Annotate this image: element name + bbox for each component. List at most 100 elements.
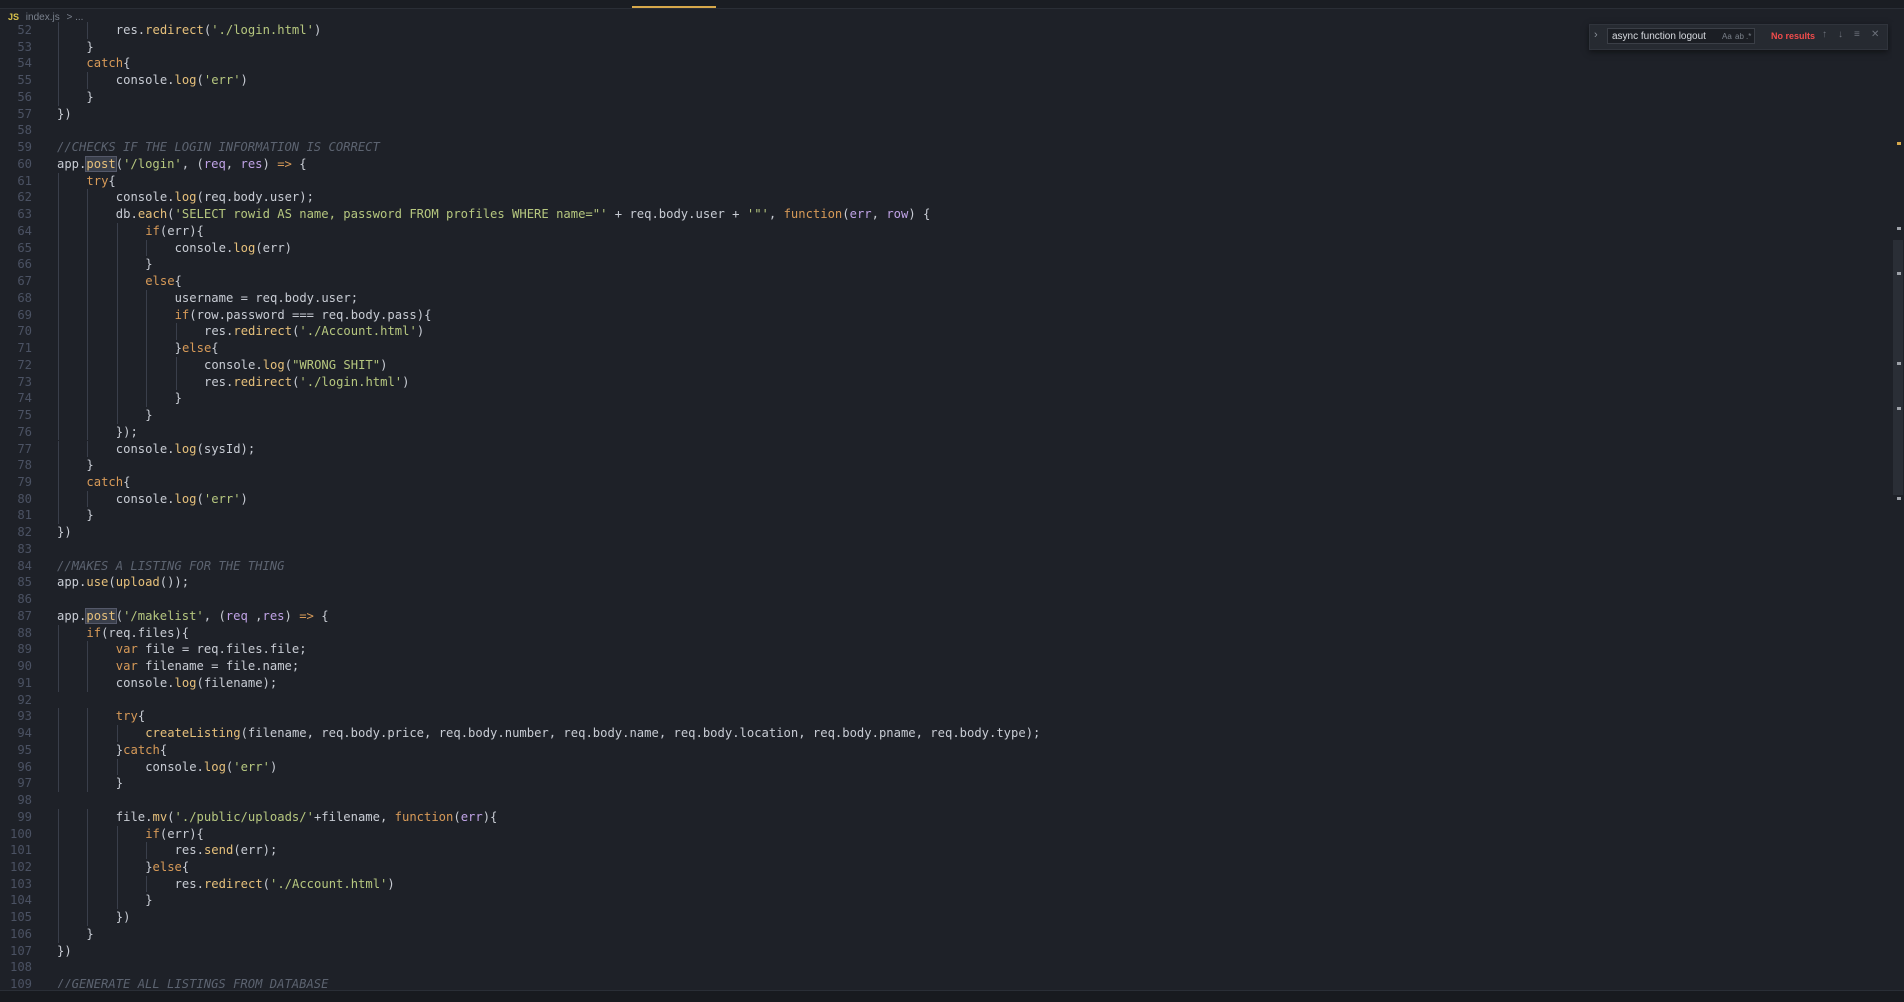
code-line[interactable]: 98 (0, 792, 1890, 809)
code-line[interactable]: 67 else{ (0, 273, 1890, 290)
indent-guide (146, 390, 148, 407)
code-line[interactable]: 54 catch{ (0, 55, 1890, 72)
match-case-icon[interactable]: Aa (1722, 32, 1732, 41)
close-find-icon[interactable]: ✕ (1871, 29, 1879, 40)
code-line[interactable]: 55 console.log('err') (0, 72, 1890, 89)
line-number: 106 (9, 926, 32, 941)
code-line[interactable]: 77 console.log(sysId); (0, 441, 1890, 458)
code-text: } (145, 893, 153, 908)
next-match-icon[interactable]: ↓ (1838, 29, 1843, 40)
code-editor[interactable]: 52 res.redirect('./login.html') 53} 54 catch… (0, 22, 1892, 988)
code-line[interactable]: 60 app.post('/login', (req, res) => { (0, 155, 1890, 173)
code-line[interactable]: 62 console.log(req.body.user); (0, 189, 1890, 206)
code-line[interactable]: 101 res.send(err); (0, 842, 1890, 859)
code-line[interactable]: 70 res.redirect('./Account.html') (0, 323, 1890, 340)
code-line[interactable]: 107}) (0, 943, 1890, 960)
code-line[interactable]: 58 (0, 122, 1890, 139)
indent-guide (87, 875, 89, 893)
code-line[interactable]: 89 var file = req.files.file; (0, 641, 1890, 658)
code-line[interactable]: 81} (0, 507, 1890, 524)
vertical-scrollbar[interactable] (1892, 22, 1904, 988)
line-number: 96 (17, 759, 32, 774)
toggle-replace-chevron-icon[interactable]: › (1594, 29, 1598, 41)
indent-guide (175, 373, 177, 391)
code-line[interactable]: 59 //CHECKS IF THE LOGIN INFORMATION IS C… (0, 139, 1890, 156)
indent-guide (87, 289, 89, 307)
code-line[interactable]: 97} (0, 775, 1890, 792)
line-number: 92 (17, 692, 32, 707)
code-line[interactable]: 80 console.log('err') (0, 491, 1890, 508)
indent-guide (87, 239, 89, 257)
code-line[interactable]: 66} (0, 256, 1890, 273)
code-line[interactable]: 100 if(err){ (0, 826, 1890, 843)
line-number: 64 (17, 223, 32, 238)
code-line[interactable]: 71}else{ (0, 340, 1890, 357)
line-number: 108 (9, 960, 32, 975)
scroll-marker (1897, 362, 1901, 365)
code-line[interactable]: 63 db.each('SELECT rowid AS name, passwor… (0, 206, 1890, 223)
code-text: }) (57, 106, 72, 121)
scrollbar-thumb[interactable] (1893, 240, 1903, 495)
code-line[interactable]: 78} (0, 457, 1890, 474)
code-line[interactable]: 90 var filename = file.name; (0, 658, 1890, 675)
whole-word-icon[interactable]: ab (1735, 32, 1744, 41)
find-input[interactable]: async function logout (1607, 28, 1755, 44)
code-line[interactable]: 108 (0, 959, 1890, 976)
code-line[interactable]: 83 (0, 541, 1890, 558)
previous-match-icon[interactable]: ↑ (1822, 29, 1827, 40)
code-text: console.log(filename); (115, 675, 278, 690)
code-line[interactable]: 82}) (0, 524, 1890, 541)
code-line[interactable]: 68 username = req.body.user; (0, 290, 1890, 307)
indent-guide (146, 842, 148, 859)
code-line[interactable]: 85 app.use(upload()); (0, 574, 1890, 591)
code-line[interactable]: 91 console.log(filename); (0, 675, 1890, 692)
code-line[interactable]: 102}else{ (0, 859, 1890, 876)
indent-guide (58, 88, 59, 106)
code-line[interactable]: 94 createListing(filename, req.body.price… (0, 725, 1890, 742)
regex-icon[interactable]: .* (1746, 32, 1751, 41)
code-line[interactable]: 74} (0, 390, 1890, 407)
code-text: if(err){ (145, 223, 204, 238)
indent-guide (116, 892, 118, 910)
code-line[interactable]: 56} (0, 89, 1890, 106)
code-line[interactable]: 93 try{ (0, 708, 1890, 725)
code-text: } (145, 408, 153, 423)
code-line[interactable]: 87 app.post('/makelist', (req ,res) => { (0, 607, 1890, 625)
code-line[interactable]: 105}) (0, 909, 1890, 926)
code-text: res.redirect('./login.html') (204, 374, 410, 389)
code-line[interactable]: 76}); (0, 424, 1890, 441)
indent-guide (58, 641, 59, 659)
code-line[interactable]: 73 res.redirect('./login.html') (0, 374, 1890, 391)
code-line[interactable]: 92 (0, 692, 1890, 709)
indent-guide (116, 256, 118, 274)
code-line[interactable]: 72 console.log("WRONG SHIT") (0, 357, 1890, 374)
code-line[interactable]: 69 if(row.password === req.body.pass){ (0, 307, 1890, 324)
indent-guide (146, 340, 148, 357)
code-line[interactable]: 106} (0, 926, 1890, 943)
line-number: 54 (17, 56, 32, 71)
code-line[interactable]: 99 file.mv('./public/uploads/'+filename, … (0, 809, 1890, 826)
indent-guide (58, 808, 59, 826)
code-line[interactable]: 79 catch{ (0, 474, 1890, 491)
indent-guide (58, 741, 59, 759)
line-number: 70 (17, 324, 32, 339)
indent-guide (58, 674, 59, 692)
code-line[interactable]: 96 console.log('err') (0, 759, 1890, 776)
code-line[interactable]: 104} (0, 892, 1890, 909)
line-number: 97 (17, 776, 32, 791)
line-number: 93 (17, 709, 32, 724)
code-line[interactable]: 57}) (0, 106, 1890, 123)
code-line[interactable]: 64 if(err){ (0, 223, 1890, 240)
indent-guide (58, 222, 59, 240)
indent-guide (87, 273, 89, 290)
code-line[interactable]: 109 //GENERATE ALL LISTINGS FROM DATABASE (0, 976, 1890, 988)
code-line[interactable]: 65 console.log(err) (0, 240, 1890, 257)
code-line[interactable]: 86 (0, 591, 1890, 608)
find-in-selection-icon[interactable]: ≡ (1854, 29, 1860, 40)
code-line[interactable]: 84 //MAKES A LISTING FOR THE THING (0, 558, 1890, 575)
code-line[interactable]: 61 try{ (0, 173, 1890, 190)
code-line[interactable]: 88 if(req.files){ (0, 625, 1890, 642)
code-line[interactable]: 103 res.redirect('./Account.html') (0, 876, 1890, 893)
code-line[interactable]: 95}catch{ (0, 742, 1890, 759)
code-line[interactable]: 75} (0, 407, 1890, 424)
